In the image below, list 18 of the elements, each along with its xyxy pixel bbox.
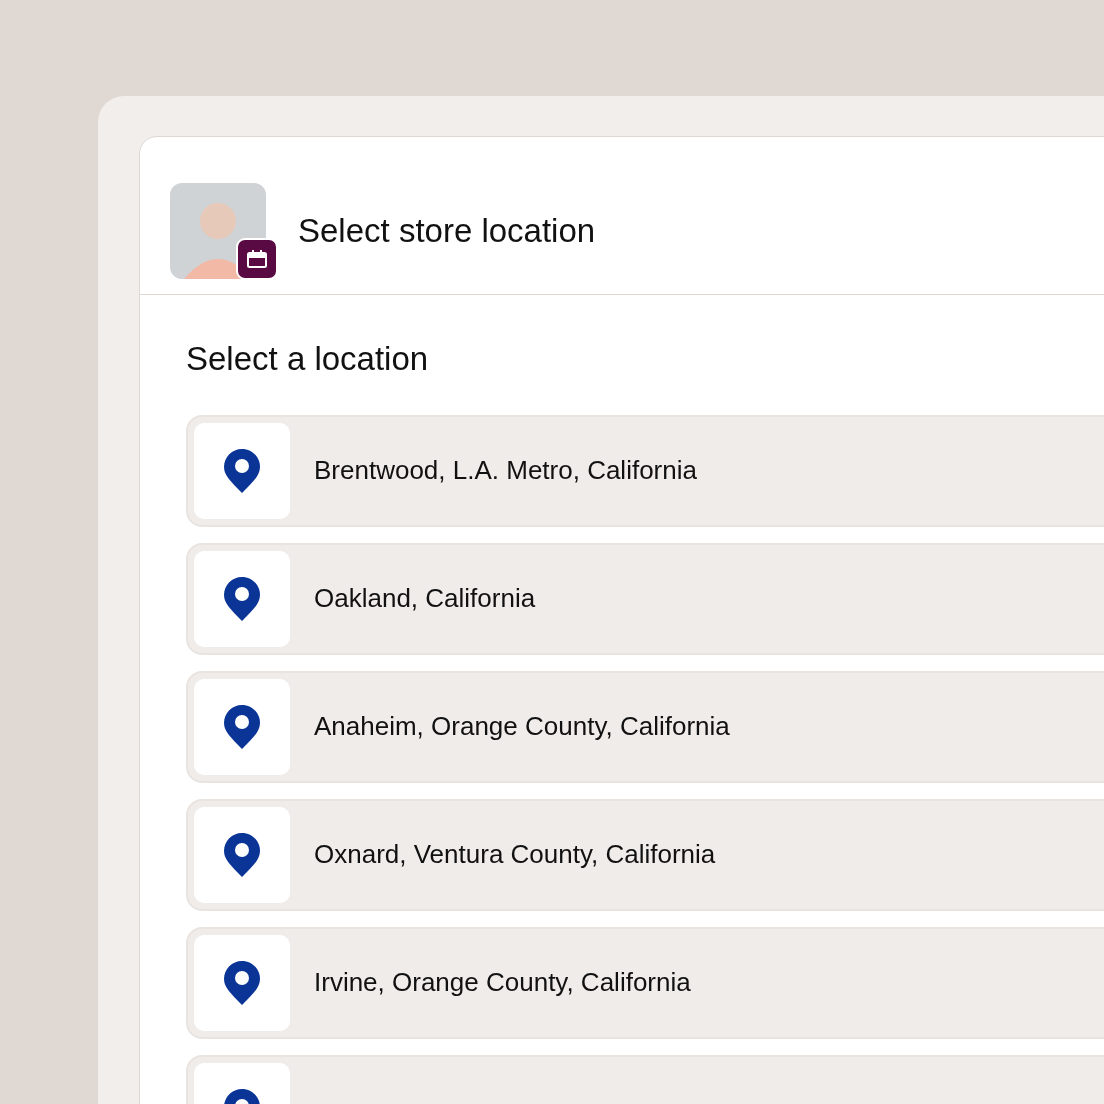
map-pin-icon bbox=[223, 831, 261, 878]
map-pin-icon bbox=[223, 703, 261, 750]
map-pin-icon bbox=[223, 575, 261, 622]
section-title: Select a location bbox=[186, 339, 430, 379]
location-label: Irvine, Orange County, California bbox=[314, 966, 691, 1000]
map-pin-icon bbox=[223, 447, 261, 494]
location-option[interactable]: Irvine, Orange County, California bbox=[186, 926, 1104, 1039]
location-label: Anaheim, Orange County, California bbox=[314, 710, 730, 744]
location-label: Brentwood, L.A. Metro, California bbox=[314, 454, 697, 488]
location-label: Oakland, California bbox=[314, 582, 536, 616]
calendar-icon bbox=[247, 249, 267, 268]
location-option[interactable]: Anaheim, Orange County, California bbox=[186, 670, 1104, 783]
location-option[interactable]: Brentwood, L.A. Metro, California bbox=[186, 414, 1104, 527]
map-pin-icon bbox=[223, 959, 261, 1006]
location-option[interactable]: Oxnard, Ventura County, California bbox=[186, 798, 1104, 911]
location-label: Oxnard, Ventura County, California bbox=[314, 838, 716, 872]
dialog-title: Select store location bbox=[298, 210, 596, 251]
location-option[interactable]: Oakland, California bbox=[186, 542, 1104, 655]
